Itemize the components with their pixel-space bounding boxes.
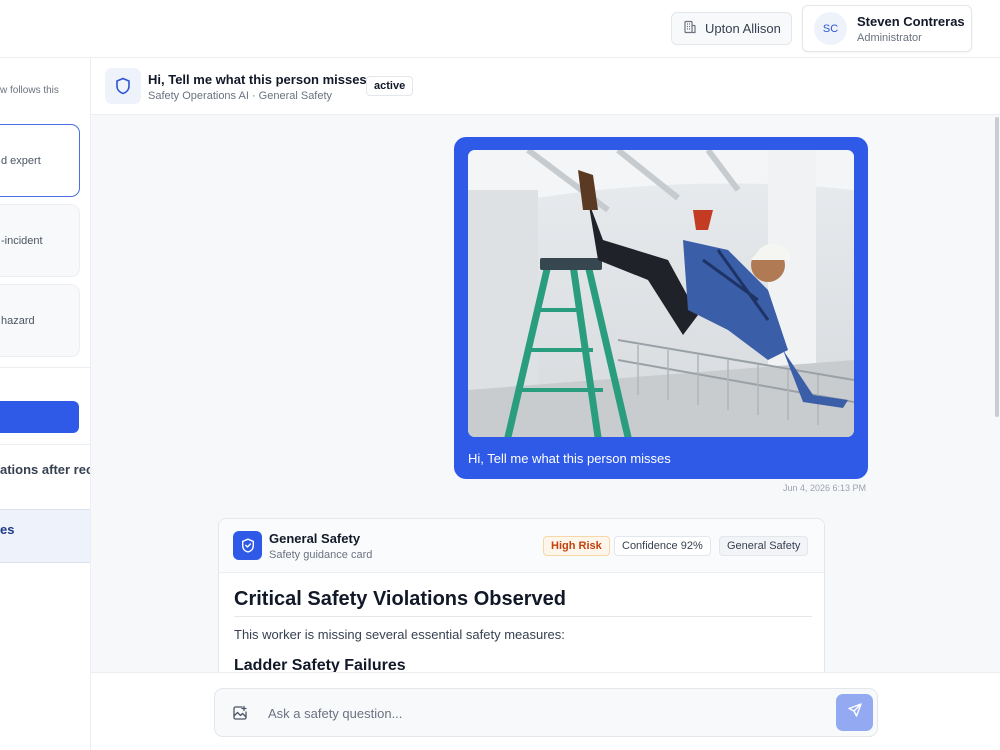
building-icon — [683, 20, 697, 37]
chat-title: Hi, Tell me what this person misses — [148, 72, 367, 87]
avatar: SC — [814, 12, 847, 45]
assistant-safety-card: General Safety Safety guidance card High… — [218, 518, 825, 672]
prompt-card[interactable]: d expert — [0, 124, 80, 197]
sidebar-divider — [0, 444, 90, 445]
category-badge: General Safety — [719, 536, 809, 556]
send-icon — [847, 702, 863, 723]
card-subtitle: Safety guidance card — [269, 549, 373, 561]
conversation-item-active[interactable]: es — [0, 509, 90, 563]
sidebar-intro-text: w follows this — [0, 85, 59, 96]
chat-input[interactable] — [268, 701, 768, 725]
new-chat-button[interactable] — [0, 401, 79, 433]
user-menu[interactable]: SC Steven Contreras Administrator — [802, 5, 972, 52]
send-button[interactable] — [836, 694, 873, 731]
attached-photo — [468, 150, 854, 437]
sidebar-divider — [0, 367, 90, 368]
shield-check-icon — [233, 531, 262, 560]
scrollbar[interactable] — [995, 117, 999, 417]
user-name: Steven Contreras — [857, 13, 965, 29]
prompt-card[interactable]: hazard — [0, 284, 80, 357]
composer-box — [214, 688, 878, 737]
message-timestamp: Jun 4, 2026 6:13 PM — [783, 483, 867, 493]
chat-subtitle: Safety Operations AI · General Safety — [148, 90, 333, 102]
organization-button[interactable]: Upton Allison — [671, 12, 792, 45]
top-bar: Upton Allison SC Steven Contreras Admini… — [0, 0, 1000, 58]
prompt-card-label: d expert — [1, 154, 41, 167]
card-heading: Critical Safety Violations Observed — [234, 588, 566, 610]
conversation-item[interactable]: ations after rec — [0, 462, 90, 477]
chat-messages[interactable]: Hi, Tell me what this person misses Jun … — [91, 115, 1000, 672]
status-badge: active — [366, 76, 414, 96]
prompt-card-label: hazard — [1, 314, 35, 327]
user-message-bubble: Hi, Tell me what this person misses — [454, 137, 868, 479]
prompt-card-label: -incident — [1, 234, 43, 247]
card-section-heading: Ladder Safety Failures — [234, 657, 406, 672]
prompt-card[interactable]: -incident — [0, 204, 80, 277]
confidence-badge: Confidence 92% — [614, 536, 711, 556]
user-message-text: Hi, Tell me what this person misses — [468, 451, 671, 466]
organization-label: Upton Allison — [705, 21, 781, 36]
card-intro: This worker is missing several essential… — [234, 627, 565, 642]
chat-header: Hi, Tell me what this person misses Safe… — [91, 58, 1000, 115]
user-role: Administrator — [857, 31, 922, 44]
shield-icon — [105, 68, 141, 104]
card-header: General Safety Safety guidance card High… — [219, 519, 824, 573]
card-divider — [234, 616, 812, 617]
composer — [91, 672, 1000, 750]
image-plus-icon[interactable] — [231, 704, 249, 722]
card-title: General Safety — [269, 531, 361, 546]
risk-badge: High Risk — [543, 536, 610, 556]
sidebar: w follows this d expert -incident hazard… — [0, 58, 91, 750]
